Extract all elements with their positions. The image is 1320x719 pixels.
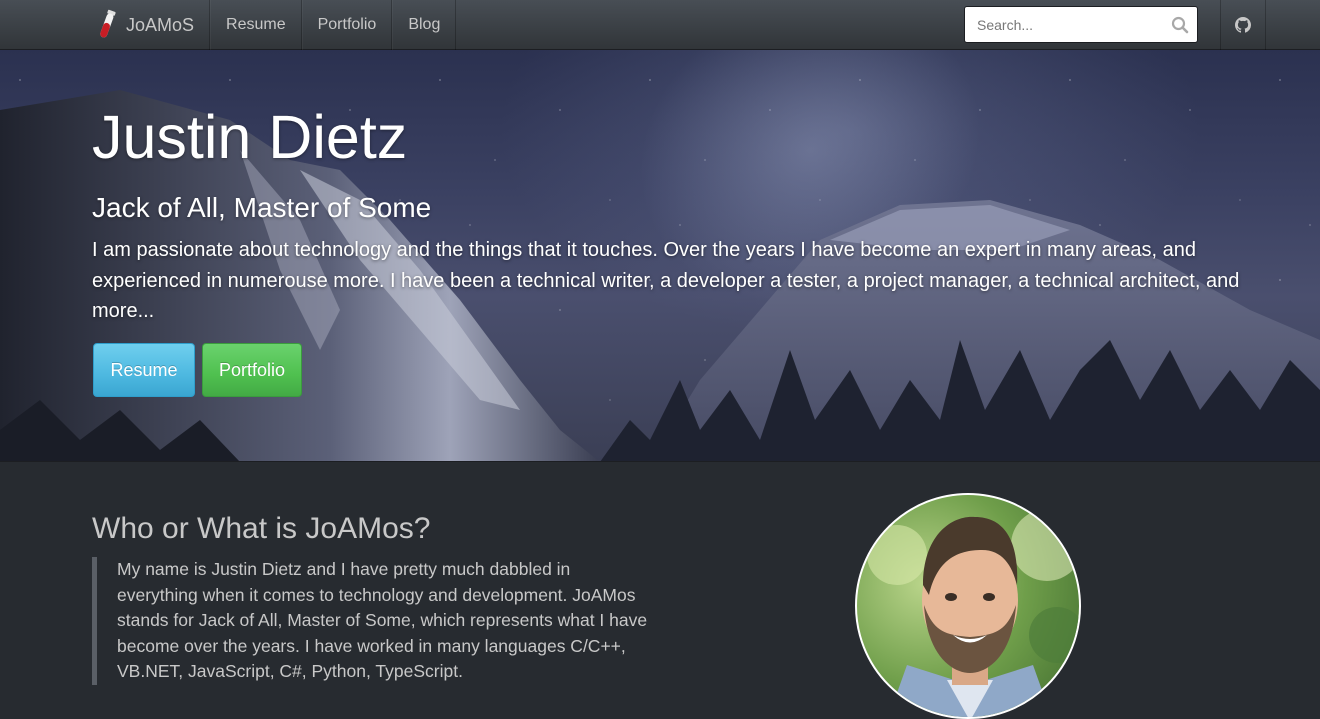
nav-portfolio[interactable]: Portfolio (301, 0, 393, 50)
nav-resume[interactable]: Resume (210, 0, 302, 50)
test-tube-icon (100, 9, 116, 38)
brand-link[interactable]: JoAMoS (83, 0, 211, 50)
avatar (855, 493, 1081, 719)
about-heading: Who or What is JoAMos? (92, 512, 431, 545)
hero-banner: Justin Dietz Jack of All, Master of Some… (0, 50, 1320, 462)
nav-blog[interactable]: Blog (392, 0, 457, 50)
navbar: JoAMoS Resume Portfolio Blog (0, 0, 1320, 50)
github-icon (1235, 17, 1251, 33)
about-quote: My name is Justin Dietz and I have prett… (92, 557, 652, 685)
github-link[interactable] (1220, 0, 1266, 50)
brand-name: JoAMoS (126, 14, 195, 35)
search-icon[interactable] (1171, 16, 1189, 34)
nav-links: JoAMoS Resume Portfolio Blog (83, 0, 457, 50)
hero-buttons: Resume Portfolio (93, 343, 302, 397)
search-box (964, 6, 1198, 43)
hero-description: I am passionate about technology and the… (92, 239, 1240, 322)
profile-photo (867, 509, 1079, 717)
search-input[interactable] (965, 7, 1165, 42)
resume-button[interactable]: Resume (93, 343, 195, 397)
hero-title: Justin Dietz (92, 103, 408, 171)
hero-subtitle: Jack of All, Master of Some (92, 192, 432, 223)
portfolio-button[interactable]: Portfolio (202, 343, 302, 397)
